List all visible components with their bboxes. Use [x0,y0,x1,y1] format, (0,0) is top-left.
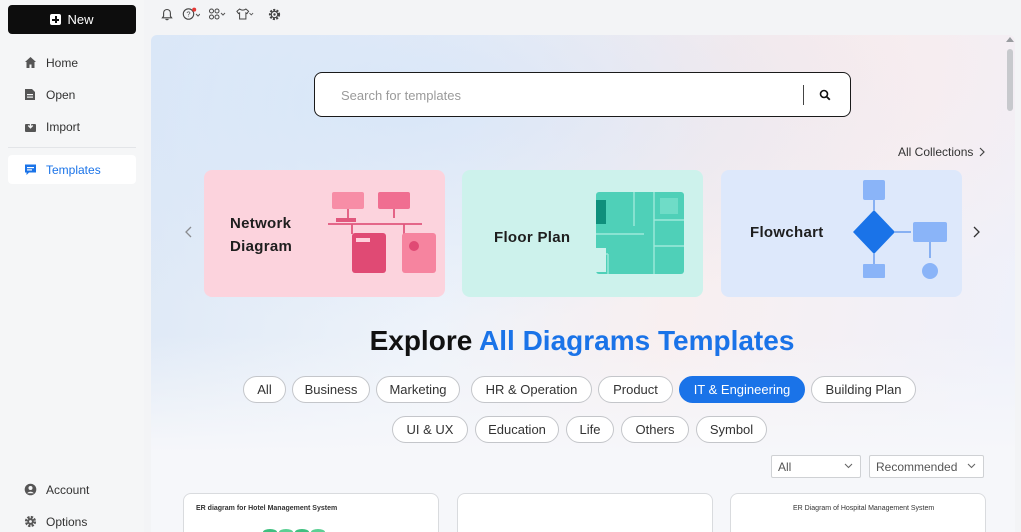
new-button[interactable]: New [8,5,136,34]
category-chip-business[interactable]: Business [292,376,370,403]
chip-label: Education [488,422,546,437]
card-title: Network Diagram [230,212,292,258]
chip-label: Product [613,382,658,397]
category-chip-ui-ux[interactable]: UI & UX [392,416,468,443]
account-icon [23,483,37,497]
sidebar-item-label: Home [46,55,79,70]
chip-label: All [257,382,272,397]
template-card[interactable] [457,493,713,532]
search-input[interactable] [341,85,781,105]
select-value: Recommended [876,459,958,474]
category-chip-it-engineering[interactable]: IT & Engineering [679,376,805,403]
category-chip-others[interactable]: Others [621,416,689,443]
new-button-label: New [67,12,94,27]
chip-label: UI & UX [406,422,454,437]
card-title: Floor Plan [494,226,570,249]
card-title: Flowchart [750,221,824,244]
sort-select[interactable]: Recommended [869,455,984,478]
sidebar-item-options[interactable]: Options [8,507,136,532]
chip-label: HR & Operation [485,382,578,397]
select-value: All [778,459,792,474]
category-chip-marketing[interactable]: Marketing [376,376,460,403]
sidebar-item-label: Import [46,119,81,134]
card-title-line: Flowchart [750,224,824,241]
scrollbar[interactable] [1005,35,1015,532]
chip-label: Life [579,422,601,437]
chip-label: Building Plan [825,382,902,397]
settings-icon[interactable] [265,6,283,22]
chip-label: Marketing [389,382,447,397]
chip-label: Symbol [709,422,754,437]
sidebar-item-account[interactable]: Account [8,475,136,504]
category-chip-education[interactable]: Education [475,416,559,443]
carousel-next-button[interactable] [970,222,982,242]
collection-card-floor-plan[interactable]: Floor Plan [462,170,703,297]
top-toolbar: ? [144,0,1021,28]
template-caption: ER Diagram of Hospital Management System [793,505,935,512]
template-card[interactable]: ER Diagram of Hospital Management System [730,493,986,532]
sidebar-divider [8,147,136,148]
category-chip-all[interactable]: All [243,376,286,403]
plus-icon [50,14,62,25]
sidebar-item-import[interactable]: Import [8,112,136,141]
type-filter-select[interactable]: All [771,455,861,478]
sidebar-item-home[interactable]: Home [8,48,136,77]
network-diagram-illustration [328,192,436,273]
template-caption: ER diagram for Hotel Management System [196,505,338,512]
templates-icon [23,163,37,177]
sidebar-item-label: Templates [46,162,101,177]
file-icon [23,88,37,102]
scroll-up-arrow[interactable] [1006,37,1014,42]
chevron-right-icon [979,147,986,157]
import-icon [23,120,37,134]
shirt-icon[interactable] [236,6,254,22]
all-collections-link[interactable]: All Collections [898,145,986,159]
svg-text:?: ? [186,10,190,19]
scrollbar-thumb[interactable] [1007,49,1013,111]
search-separator [803,85,804,105]
search-box [314,72,851,117]
search-button[interactable] [815,86,835,104]
heading-prefix: Explore [369,325,473,356]
template-thumbnail-preview [263,529,325,532]
page-heading: Explore All Diagrams Templates [151,325,1013,357]
bell-icon[interactable] [158,6,176,22]
help-icon[interactable]: ? [182,6,200,22]
chevron-down-icon [844,463,853,469]
sidebar-item-label: Open [46,87,76,102]
sidebar: New Home Open Import Templates Account O… [0,0,144,532]
chip-label: IT & Engineering [693,382,791,397]
flowchart-illustration [853,180,947,279]
main-content: All Collections Network Diagram Floor Pl… [151,35,1015,532]
carousel-prev-button[interactable] [182,222,194,242]
sidebar-item-open[interactable]: Open [8,80,136,109]
all-collections-label: All Collections [898,145,974,159]
collection-card-network-diagram[interactable]: Network Diagram [204,170,445,297]
floor-plan-illustration [596,192,684,274]
sidebar-item-templates[interactable]: Templates [8,155,136,184]
template-card[interactable]: ER diagram for Hotel Management System [183,493,439,532]
collection-card-flowchart[interactable]: Flowchart [721,170,962,297]
card-title-line: Diagram [230,238,293,255]
chevron-down-icon [967,463,976,469]
category-chip-building-plan[interactable]: Building Plan [811,376,916,403]
category-chip-symbol[interactable]: Symbol [696,416,767,443]
home-icon [23,56,37,70]
search-icon [819,89,831,101]
apps-icon[interactable] [208,6,226,22]
gear-icon [23,515,37,529]
heading-accent: All Diagrams Templates [479,325,795,356]
chip-label: Others [635,422,675,437]
category-chip-life[interactable]: Life [566,416,614,443]
sidebar-item-label: Options [46,514,88,529]
sidebar-item-label: Account [46,482,90,497]
category-chip-hr-operation[interactable]: HR & Operation [471,376,592,403]
chevron-left-icon [184,226,191,238]
chip-label: Business [304,382,358,397]
chevron-right-icon [973,226,980,238]
card-title-line: Floor Plan [494,229,571,246]
card-title-line: Network [230,215,292,232]
category-chip-product[interactable]: Product [598,376,673,403]
